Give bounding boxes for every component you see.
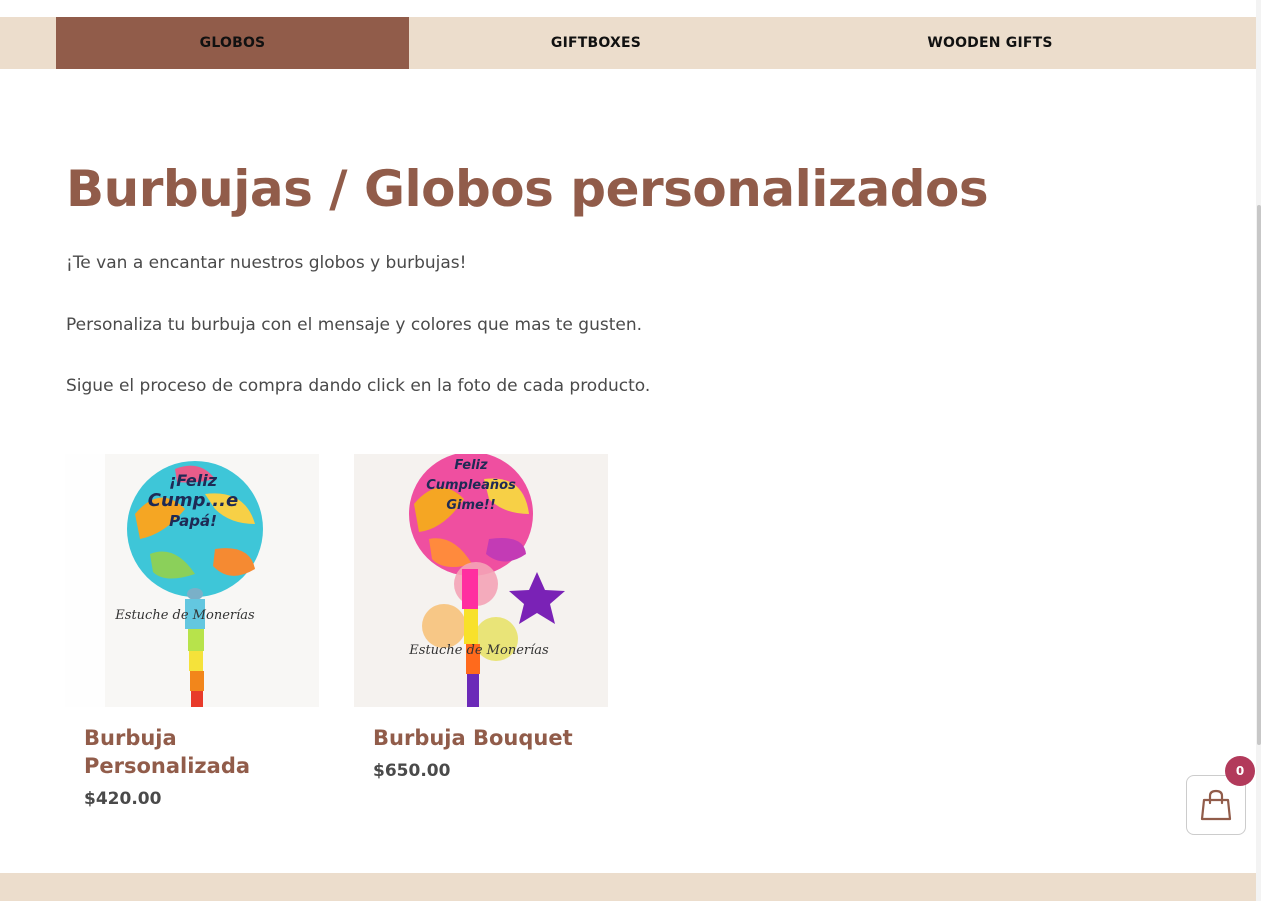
- bubble-text-line-3: Gime!!: [446, 498, 495, 513]
- product-name[interactable]: Burbuja Bouquet: [373, 724, 573, 752]
- product-price: $650.00: [373, 761, 451, 781]
- watermark-text: Estuche de Monerías: [408, 643, 549, 658]
- intro-paragraph-3: Sigue el proceso de compra dando click e…: [66, 376, 651, 396]
- balloon-bouquet-photo: Feliz Cumpleaños Gime!! Estuche de Moner…: [354, 454, 608, 707]
- nav-item-globos[interactable]: GLOBOS: [56, 17, 409, 69]
- page-title: Burbujas / Globos personalizados: [66, 160, 989, 218]
- product-image[interactable]: ¡Feliz Cump...e Papá! Estuche de Monería…: [65, 454, 319, 707]
- bubble-text-line-1: Feliz: [454, 458, 488, 473]
- page: GLOBOS GIFTBOXES WOODEN GIFTS Burbujas /…: [0, 0, 1261, 901]
- scrollbar-thumb[interactable]: [1257, 205, 1261, 745]
- bubble-text-line-1: ¡Feliz: [169, 471, 218, 490]
- bubble-text-line-3: Papá!: [169, 512, 217, 530]
- nav-item-wooden-gifts[interactable]: WOODEN GIFTS: [783, 17, 1197, 69]
- product-name[interactable]: Burbuja Personalizada: [84, 724, 284, 780]
- product-price: $420.00: [84, 789, 162, 809]
- cart-count-badge: 0: [1225, 756, 1255, 786]
- watermark-text: Estuche de Monerías: [114, 608, 255, 623]
- category-nav: GLOBOS GIFTBOXES WOODEN GIFTS: [0, 17, 1256, 69]
- footer-bar: [0, 873, 1256, 901]
- intro-paragraph-2: Personaliza tu burbuja con el mensaje y …: [66, 315, 642, 335]
- balloon-photo: ¡Feliz Cump...e Papá! Estuche de Monería…: [65, 454, 319, 707]
- bubble-text-line-2: Cumpleaños: [426, 478, 516, 493]
- scrollbar[interactable]: [1256, 0, 1261, 901]
- intro-paragraph-1: ¡Te van a encantar nuestros globos y bur…: [66, 253, 467, 273]
- product-card: ¡Feliz Cump...e Papá! Estuche de Monería…: [65, 454, 320, 809]
- nav-item-giftboxes[interactable]: GIFTBOXES: [409, 17, 783, 69]
- bubble-text-line-2: Cump...e: [148, 490, 238, 511]
- product-image[interactable]: Feliz Cumpleaños Gime!! Estuche de Moner…: [354, 454, 608, 707]
- product-card: Feliz Cumpleaños Gime!! Estuche de Moner…: [354, 454, 609, 781]
- shopping-bag-icon: [1200, 789, 1232, 821]
